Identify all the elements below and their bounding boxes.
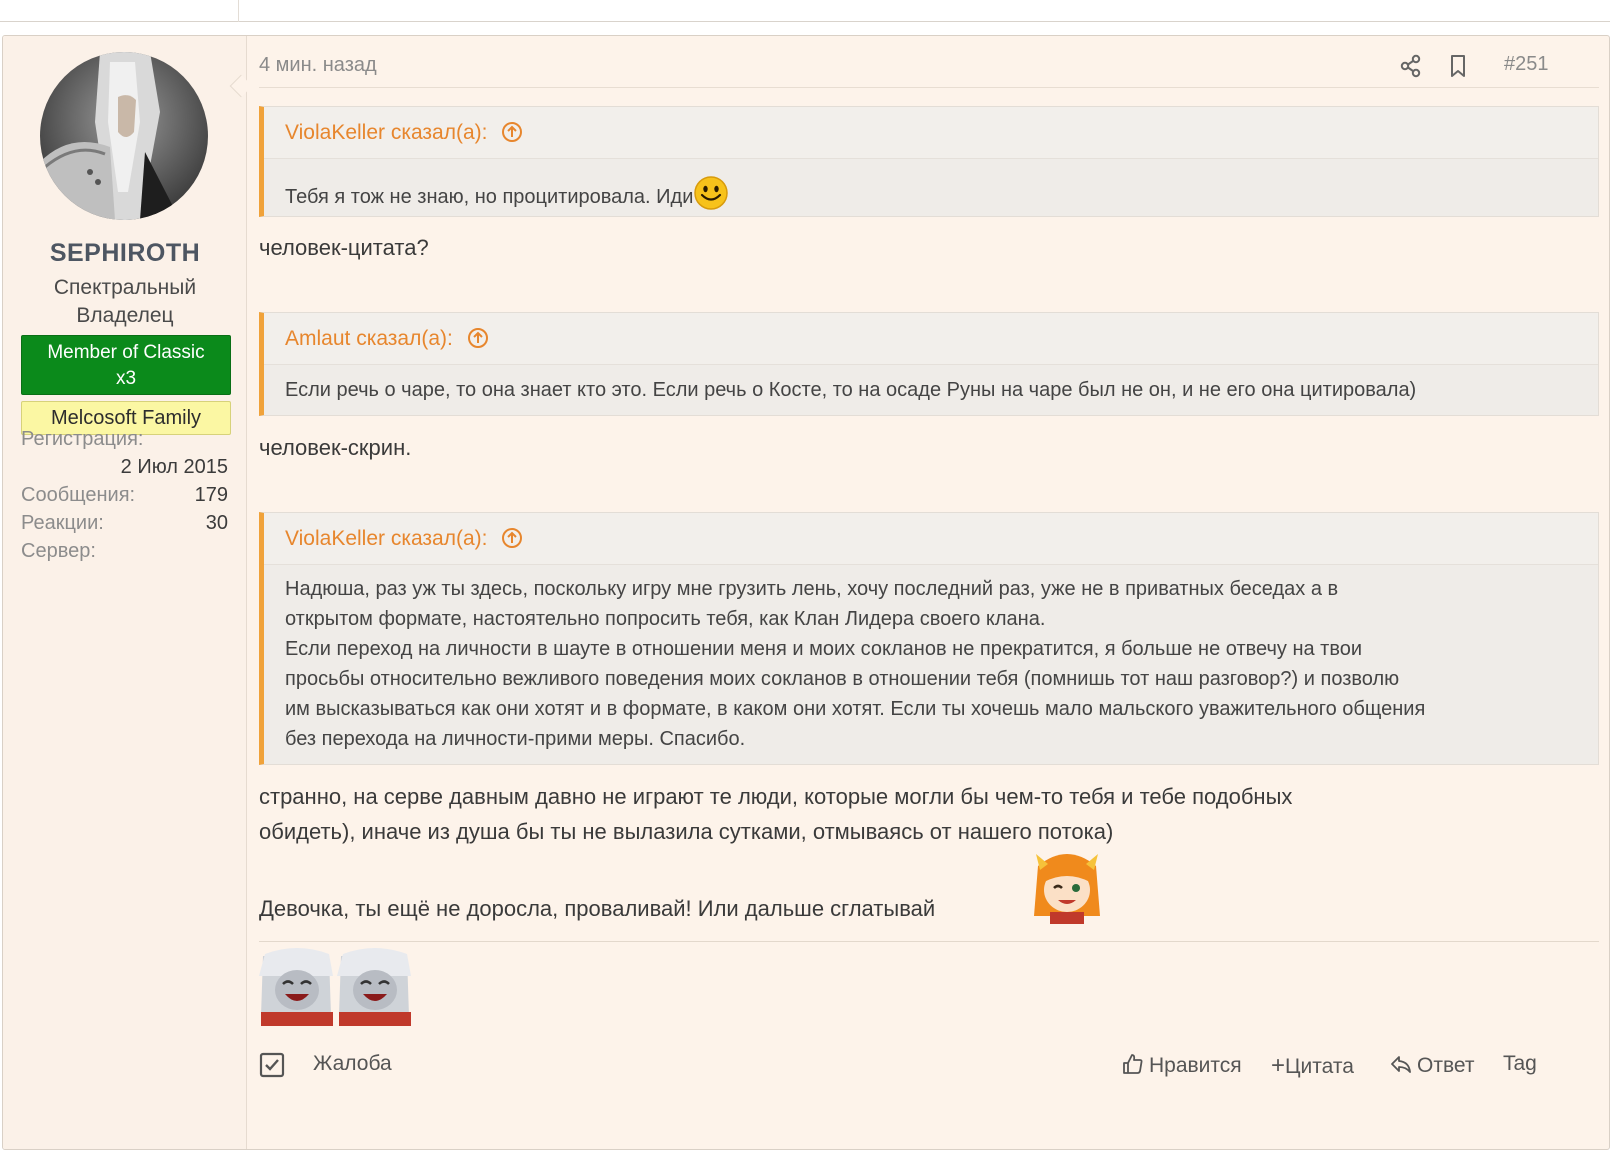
post-main: 4 мин. назад #251 ViolaKeller сказал(а): xyxy=(247,36,1609,1149)
arrow-up-circle-icon[interactable] xyxy=(501,527,523,549)
quote-3-line-1: Надюша, раз уж ты здесь, поскольку игру … xyxy=(285,578,1339,600)
stat-value-reactions: 30 xyxy=(205,512,228,534)
thumbs-up-icon xyxy=(1123,1054,1143,1074)
quote-body-2: Если речь о чаре, то она знает кто это. … xyxy=(264,365,1598,413)
stat-value-messages[interactable]: 179 xyxy=(195,484,228,507)
banner-line-2: x3 xyxy=(115,368,137,389)
reply-3-line-1: странно, на серве давным давно не играют… xyxy=(259,784,1293,809)
plus-icon: + xyxy=(1271,1052,1286,1079)
reply-button[interactable]: Ответ xyxy=(1389,1052,1474,1078)
quote-author-2[interactable]: Amlaut сказал(а): xyxy=(264,313,1598,365)
user-title-line-2: Владелец xyxy=(76,304,174,327)
quote-button[interactable]: +Цитата xyxy=(1271,1052,1354,1080)
quote-author-3[interactable]: ViolaKeller сказал(а): xyxy=(264,513,1598,565)
reply-text-2: человек-скрин. xyxy=(259,435,412,460)
quote-author-1-label[interactable]: ViolaKeller сказал(а): xyxy=(285,121,488,144)
post-time[interactable]: 4 мин. назад xyxy=(259,54,377,77)
laughing-faces-signature-icon xyxy=(259,948,411,1026)
reply-text-4: Девочка, ты ещё не доросла, проваливай! … xyxy=(259,891,935,926)
quote-author-1[interactable]: ViolaKeller сказал(а): xyxy=(264,107,1598,159)
quote-block-3: ViolaKeller сказал(а): Надюша, раз уж ты… xyxy=(259,512,1599,765)
forum-post: SEPHIROTH Спектральный Владелец Member o… xyxy=(2,35,1610,1150)
quote-3-line-6: без перехода на личности-прими меры. Спа… xyxy=(285,728,746,750)
quote-body-3: Надюша, раз уж ты здесь, поскольку игру … xyxy=(264,565,1598,762)
report-button[interactable]: Жалоба xyxy=(313,1052,392,1076)
stat-label-messages: Сообщения: xyxy=(21,484,136,506)
quote-text-2: Если речь о чаре, то она знает кто это. … xyxy=(285,379,1417,401)
smile-emoji-icon xyxy=(693,175,729,220)
signature-divider xyxy=(259,941,1599,942)
quote-text-1: Тебя я тож не знаю, но процитировала. Ид… xyxy=(285,186,694,208)
banner-line-1: Member of Classic xyxy=(47,342,205,363)
reply-label[interactable]: Ответ xyxy=(1417,1054,1474,1077)
user-title-line-1: Спектральный xyxy=(53,276,197,299)
quote-3-line-5: им высказываться как они хотят и в форма… xyxy=(285,698,1426,720)
arrow-up-circle-icon[interactable] xyxy=(467,327,489,349)
quote-block-2: Amlaut сказал(а): Если речь о чаре, то о… xyxy=(259,312,1599,416)
quote-body-1: Тебя я тож не знаю, но процитировала. Ид… xyxy=(264,159,1598,228)
reply-text-1: человек-цитата? xyxy=(259,235,429,260)
username[interactable]: SEPHIROTH xyxy=(3,239,247,268)
select-checkbox-icon[interactable] xyxy=(259,1052,285,1078)
post-number[interactable]: #251 xyxy=(1504,53,1549,76)
stat-value-registration: 2 Июл 2015 xyxy=(120,456,228,478)
like-label[interactable]: Нравится xyxy=(1149,1054,1242,1077)
reply-arrow-icon xyxy=(1391,1056,1411,1073)
bookmark-icon[interactable] xyxy=(1444,52,1472,80)
like-button[interactable]: Нравится xyxy=(1121,1052,1242,1078)
stat-label-reactions: Реакции: xyxy=(21,512,104,534)
user-title: Спектральный Владелец xyxy=(3,274,247,330)
share-icon[interactable] xyxy=(1397,52,1425,80)
reply-3-line-2: обидеть), иначе из душа бы ты не вылазил… xyxy=(259,819,1114,844)
reply-4-text: Девочка, ты ещё не доросла, проваливай! … xyxy=(259,896,936,921)
avatar[interactable] xyxy=(40,52,208,220)
previous-post-bottom-edge xyxy=(0,0,1610,22)
header-divider xyxy=(259,87,1599,88)
stat-label-registration: Регистрация: xyxy=(21,428,144,450)
quote-author-3-label[interactable]: ViolaKeller сказал(а): xyxy=(285,527,488,550)
user-banner-member: Member of Classic x3 xyxy=(21,335,231,395)
quote-3-line-2: открытом формате, настоятельно попросить… xyxy=(285,608,1046,630)
tag-button[interactable]: Tag xyxy=(1503,1052,1537,1076)
reply-text-3: странно, на серве давным давно не играют… xyxy=(259,779,1292,849)
quote-3-line-4: просьбы относительно вежливого поведения… xyxy=(285,668,1400,690)
winking-girl-sticker-icon xyxy=(1034,854,1100,924)
stat-label-server: Сервер: xyxy=(21,540,96,562)
quote-3-line-3: Если переход на личности в шауте в отнош… xyxy=(285,638,1363,660)
quote-block-1: ViolaKeller сказал(а): Тебя я тож не зна… xyxy=(259,106,1599,217)
user-info-sidebar: SEPHIROTH Спектральный Владелец Member o… xyxy=(3,36,247,1149)
quote-label[interactable]: Цитата xyxy=(1285,1055,1354,1078)
arrow-up-circle-icon[interactable] xyxy=(501,121,523,143)
quote-author-2-label[interactable]: Amlaut сказал(а): xyxy=(285,327,453,350)
